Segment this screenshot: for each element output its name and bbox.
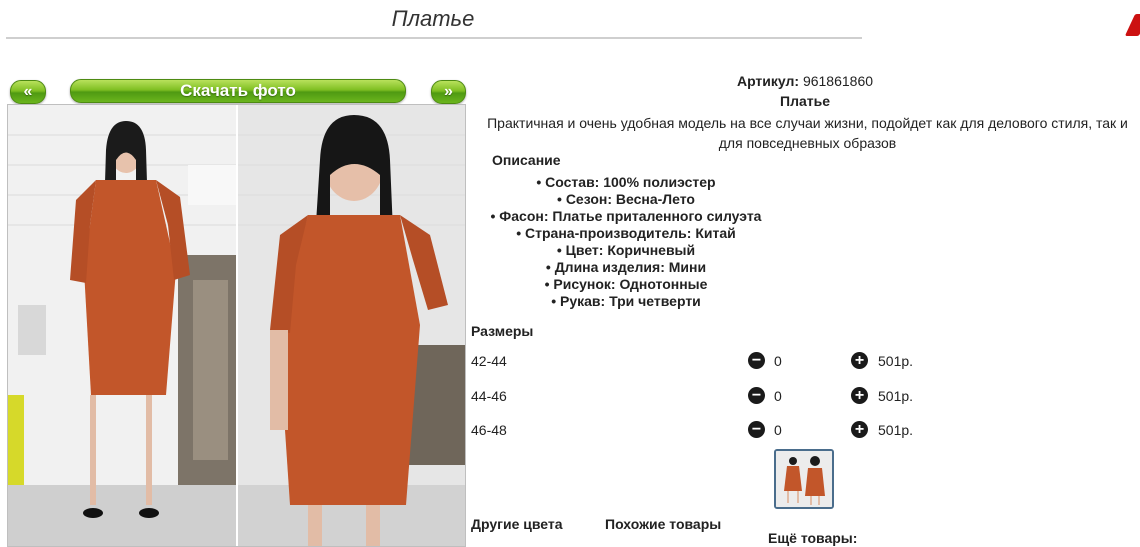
spec-item: • Рисунок: Однотонные xyxy=(544,276,708,292)
size-row: 44-46 − 0 + 501р. xyxy=(471,386,971,406)
similar-products-heading: Похожие товары xyxy=(605,516,722,532)
other-colors-heading: Другие цвета xyxy=(471,516,563,532)
spec-item: • Рукав: Три четверти xyxy=(551,293,701,309)
size-label: 46-48 xyxy=(471,422,507,438)
spec-item: • Сезон: Весна-Лето xyxy=(557,191,695,207)
quantity-value: 0 xyxy=(774,422,782,438)
prev-photo-button[interactable]: « xyxy=(10,80,46,104)
download-photo-button[interactable]: Скачать фото xyxy=(70,79,406,103)
article-value: 961861860 xyxy=(802,73,874,89)
size-row: 42-44 − 0 + 501р. xyxy=(471,351,971,371)
minus-icon[interactable]: − xyxy=(748,421,765,438)
product-photo-drawing xyxy=(8,105,465,546)
description-heading: Описание xyxy=(492,152,561,168)
article-label: Артикул: xyxy=(736,73,800,89)
spec-list: • Состав: 100% полиэстер • Сезон: Весна-… xyxy=(470,174,782,310)
price-value: 501р. xyxy=(878,422,914,438)
price-value: 501р. xyxy=(878,353,914,369)
minus-icon[interactable]: − xyxy=(748,352,765,369)
spec-item: • Страна-производитель: Китай xyxy=(516,225,736,241)
title-divider xyxy=(6,37,862,39)
article-line: Артикул: 961861860 xyxy=(470,73,1140,89)
spec-item: • Цвет: Коричневый xyxy=(556,242,696,258)
spec-item: • Фасон: Платье приталенного силуэта xyxy=(490,208,762,224)
size-label: 42-44 xyxy=(471,353,507,369)
minus-icon[interactable]: − xyxy=(748,387,765,404)
quantity-value: 0 xyxy=(774,388,782,404)
spec-item: • Длина изделия: Мини xyxy=(545,259,707,275)
product-photo xyxy=(7,104,466,547)
plus-icon[interactable]: + xyxy=(851,352,868,369)
next-photo-button[interactable]: » xyxy=(431,80,466,104)
corner-logo-mark xyxy=(1124,14,1140,36)
price-value: 501р. xyxy=(878,388,914,404)
photo-thumbnail[interactable] xyxy=(774,449,834,509)
plus-icon[interactable]: + xyxy=(851,387,868,404)
size-row: 46-48 − 0 + 501р. xyxy=(471,420,971,440)
quantity-value: 0 xyxy=(774,353,782,369)
size-label: 44-46 xyxy=(471,388,507,404)
more-products-heading: Ещё товары: xyxy=(768,530,858,546)
product-description: Практичная и очень удобная модель на все… xyxy=(487,115,1128,151)
page-title: Платье xyxy=(391,6,475,31)
sizes-heading: Размеры xyxy=(471,323,534,339)
spec-item: • Состав: 100% полиэстер xyxy=(536,174,716,190)
plus-icon[interactable]: + xyxy=(851,421,868,438)
thumbnail-drawing xyxy=(776,451,832,507)
product-name: Платье xyxy=(780,93,830,109)
